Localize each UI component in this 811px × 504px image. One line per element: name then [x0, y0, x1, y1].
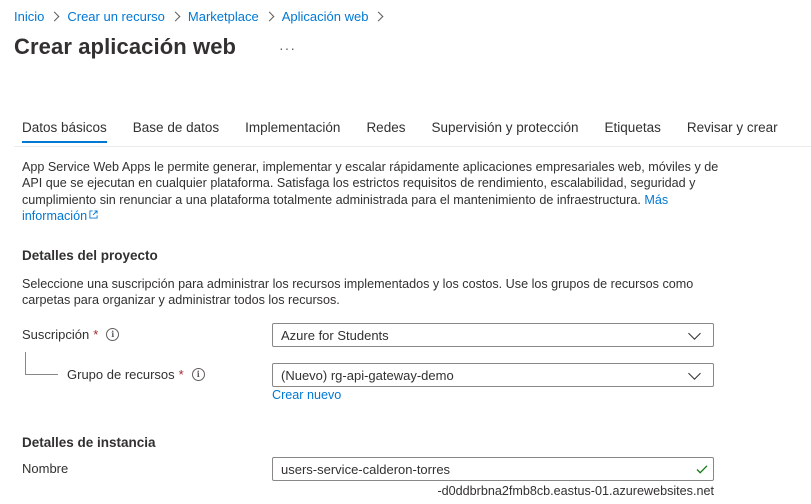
required-marker: * — [93, 327, 99, 342]
resource-group-label: Grupo de recursos * i — [67, 367, 205, 382]
breadcrumb-inicio[interactable]: Inicio — [14, 9, 44, 24]
more-options-button[interactable]: ··· — [279, 40, 296, 56]
tab-revisar-crear[interactable]: Revisar y crear — [687, 120, 778, 143]
info-icon[interactable]: i — [191, 368, 205, 381]
chevron-right-icon — [49, 11, 60, 21]
page-title: Crear aplicación web — [14, 34, 237, 59]
project-details-title: Detalles del proyecto — [22, 248, 158, 263]
resource-group-label-text: Grupo de recursos — [67, 367, 175, 382]
tab-datos-basicos[interactable]: Datos básicos — [22, 120, 107, 143]
tab-etiquetas[interactable]: Etiquetas — [605, 120, 661, 143]
resource-group-select[interactable]: (Nuevo) rg-api-gateway-demo — [272, 363, 714, 387]
subscription-select[interactable]: Azure for Students — [272, 323, 714, 347]
instance-details-title: Detalles de instancia — [22, 435, 156, 450]
name-label: Nombre — [22, 461, 68, 476]
intro-description: App Service Web Apps le permite generar,… — [22, 160, 719, 207]
breadcrumb-aplicacion-web[interactable]: Aplicación web — [282, 9, 369, 24]
name-label-text: Nombre — [22, 461, 69, 476]
name-value[interactable]: users-service-calderon-torres — [273, 462, 695, 477]
tree-connector — [25, 352, 26, 374]
external-link-icon — [89, 210, 98, 219]
required-marker: * — [178, 367, 184, 382]
tab-base-de-datos[interactable]: Base de datos — [133, 120, 219, 143]
chevron-down-icon — [688, 326, 701, 340]
chevron-right-icon — [170, 11, 181, 21]
subscription-label: Suscripción * i — [22, 327, 120, 342]
resource-group-value: (Nuevo) rg-api-gateway-demo — [281, 367, 454, 383]
tab-redes[interactable]: Redes — [366, 120, 405, 143]
tab-bar: Datos básicos Base de datos Implementaci… — [22, 120, 804, 143]
tree-connector — [25, 374, 58, 375]
chevron-down-icon — [688, 366, 701, 380]
info-icon[interactable]: i — [106, 328, 120, 341]
domain-suffix: -d0ddbrbna2fmb8cb.eastus-01.azurewebsite… — [437, 484, 714, 498]
intro-text: App Service Web Apps le permite generar,… — [22, 159, 722, 224]
tab-supervision[interactable]: Supervisión y protección — [431, 120, 578, 143]
name-input[interactable]: users-service-calderon-torres — [272, 457, 714, 481]
subscription-value: Azure for Students — [281, 327, 389, 343]
breadcrumb: Inicio Crear un recurso Marketplace Apli… — [14, 7, 391, 25]
breadcrumb-marketplace[interactable]: Marketplace — [188, 9, 259, 24]
chevron-right-icon — [264, 11, 275, 21]
check-icon — [696, 465, 708, 474]
tabs-divider — [14, 146, 811, 147]
chevron-right-icon — [373, 11, 384, 21]
create-new-link[interactable]: Crear nuevo — [272, 388, 341, 402]
breadcrumb-crear-recurso[interactable]: Crear un recurso — [67, 9, 165, 24]
tab-implementacion[interactable]: Implementación — [245, 120, 340, 143]
project-details-description: Seleccione una suscripción para administ… — [22, 277, 694, 308]
subscription-label-text: Suscripción — [22, 327, 90, 342]
